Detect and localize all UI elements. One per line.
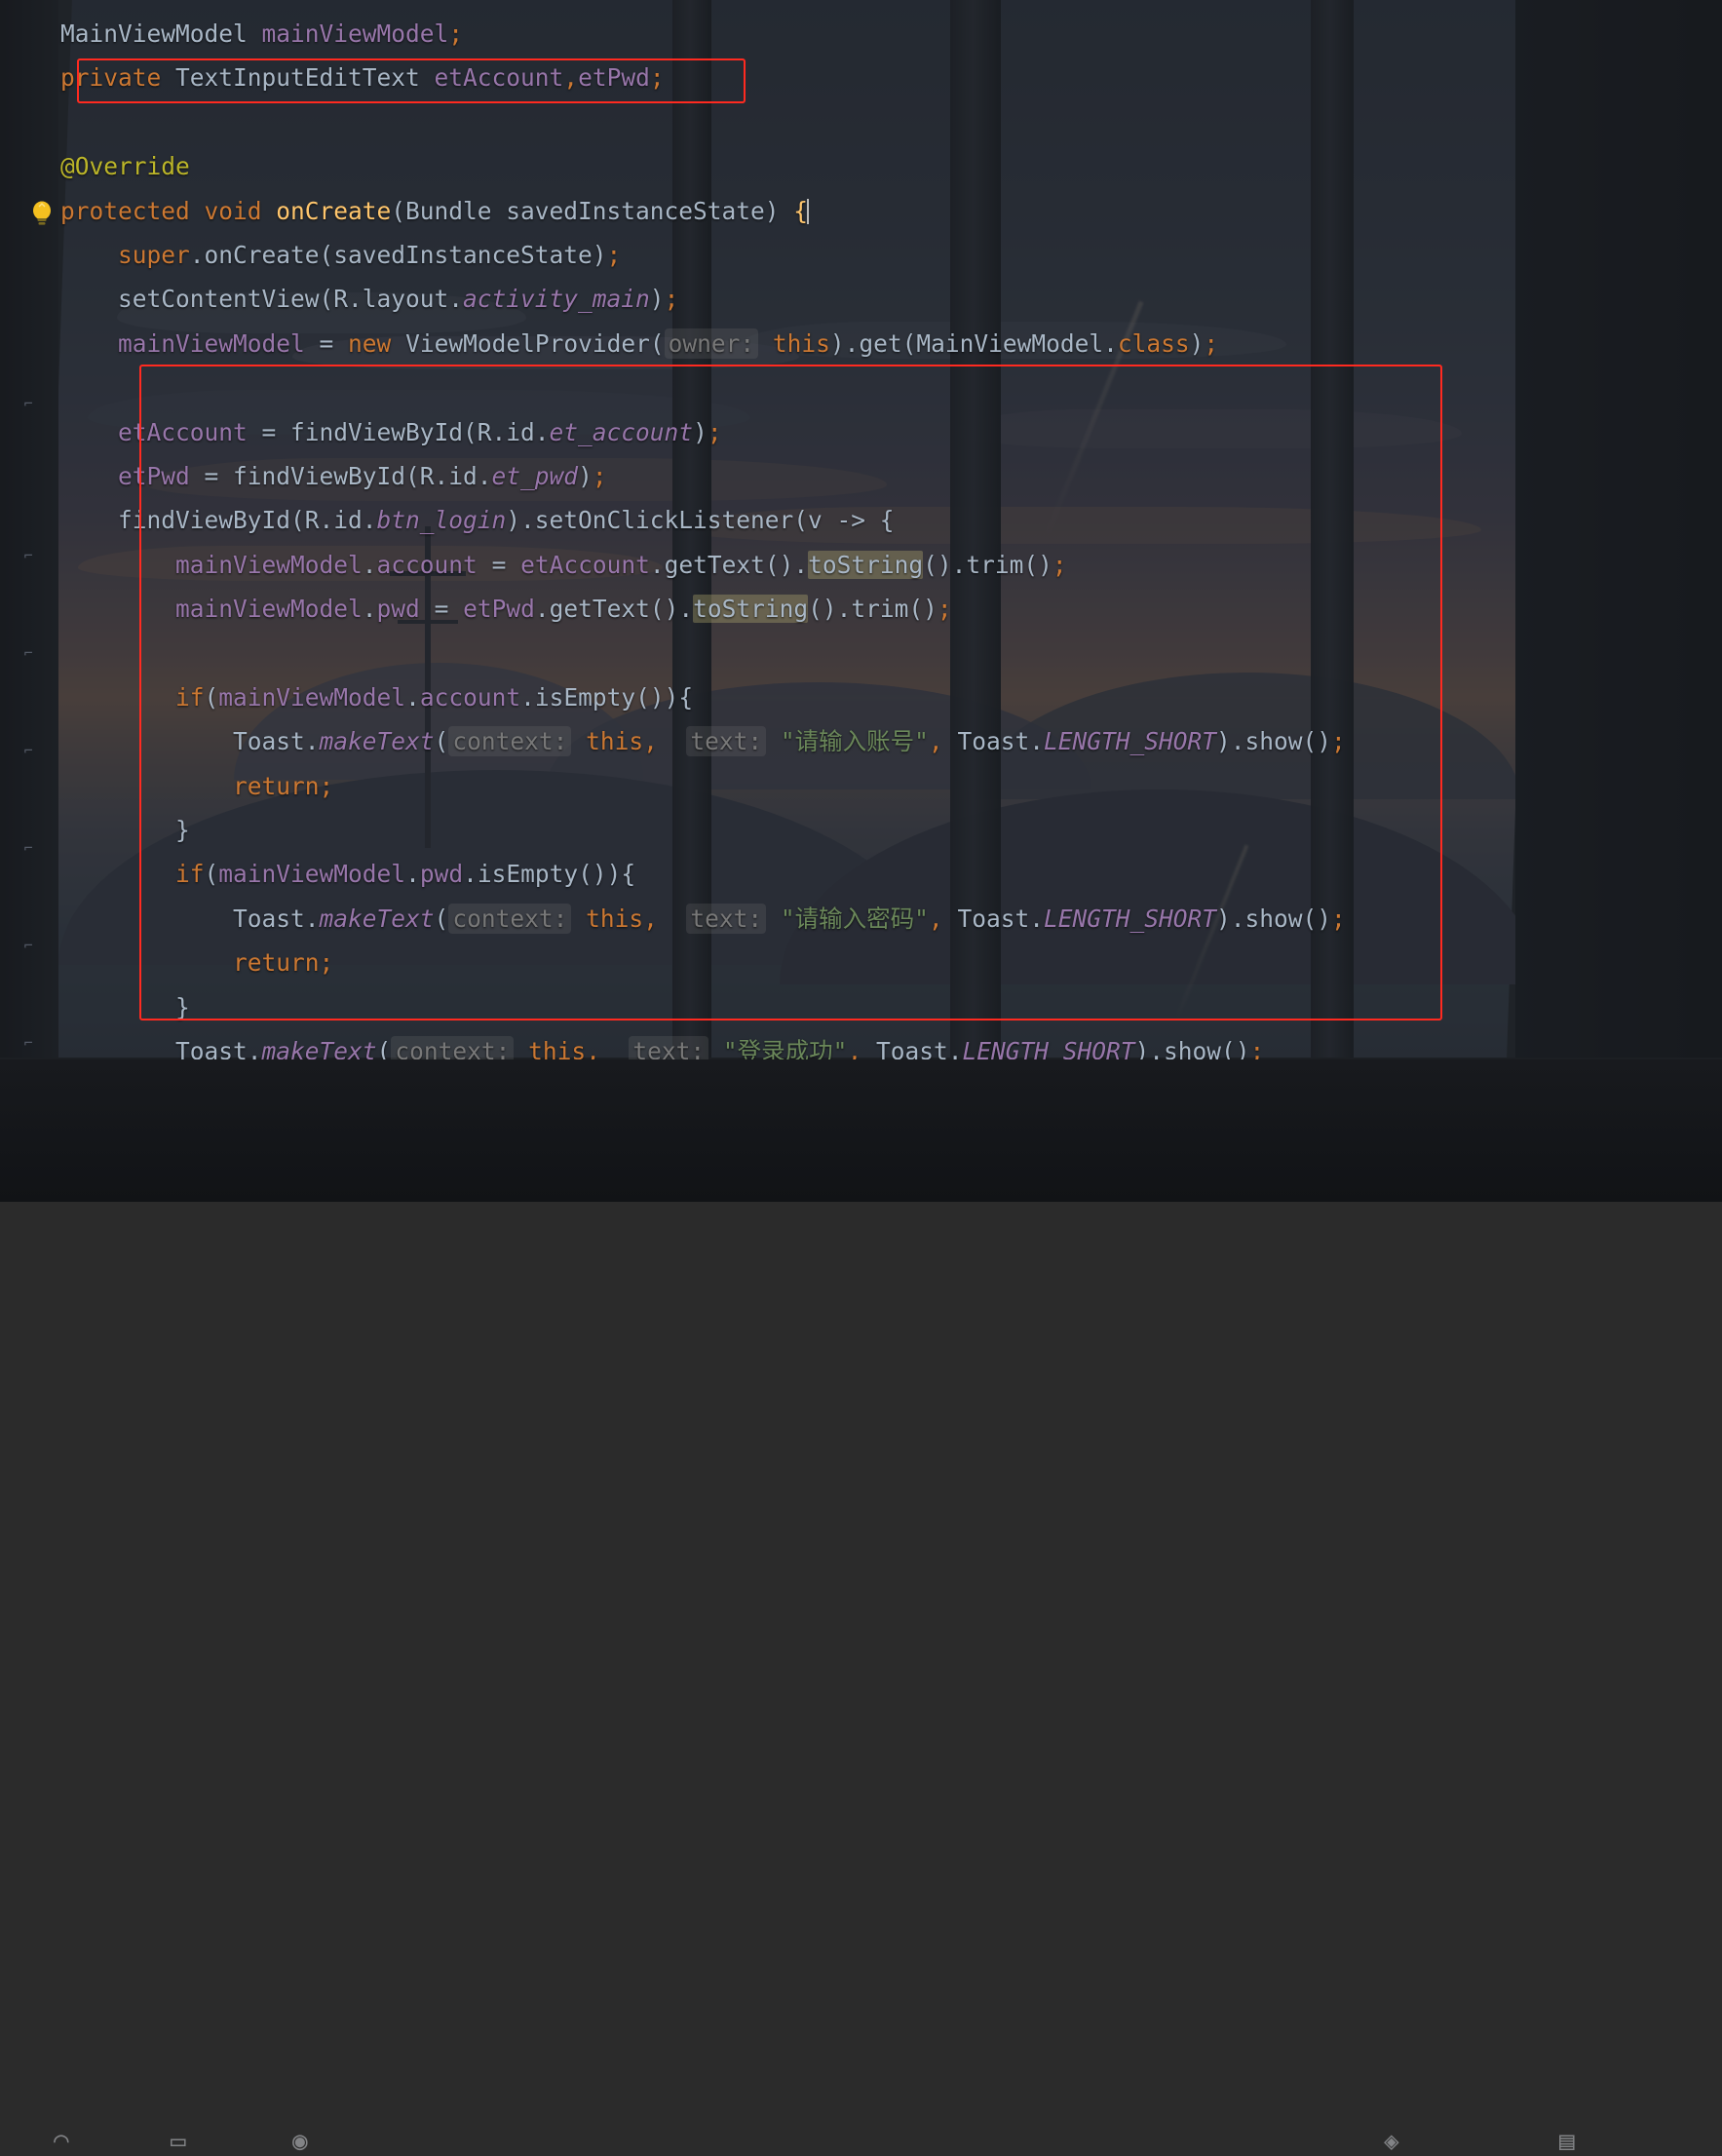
code-line[interactable]: super.onCreate(savedInstanceState); — [60, 233, 1346, 277]
code-line[interactable]: Toast.makeText(context: this, text: "请输入… — [60, 897, 1346, 941]
fold-marker-icon[interactable]: ⌐ — [18, 532, 39, 579]
code-line[interactable]: } — [60, 985, 1346, 1029]
code-line[interactable]: protected void onCreate(Bundle savedInst… — [60, 189, 1346, 233]
code-line[interactable]: return; — [60, 764, 1346, 808]
code-line[interactable]: private TextInputEditText etAccount,etPw… — [60, 56, 1346, 99]
code-line[interactable]: } — [60, 808, 1346, 852]
code-line[interactable]: etPwd = findViewById(R.id.et_pwd); — [60, 454, 1346, 498]
lightbulb-intention-icon[interactable] — [29, 200, 55, 227]
code-line[interactable]: if(mainViewModel.pwd.isEmpty()){ — [60, 852, 1346, 896]
taskbar-strip[interactable]: ◠ ▭ ◉ ◈ ▤ — [0, 1059, 1722, 2156]
fold-marker-icon[interactable]: ⌐ — [18, 380, 39, 427]
code-editor[interactable]: ⌐ ⌐ ⌐ ⌐ ⌐ ⌐ ⌐ MainViewModel mainViewMode… — [0, 0, 1722, 2156]
code-line[interactable]: mainViewModel = new ViewModelProvider(ow… — [60, 322, 1346, 366]
code-line[interactable]: setContentView(R.layout.activity_main); — [60, 277, 1346, 321]
code-line[interactable]: MainViewModel mainViewModel; — [60, 12, 1346, 56]
fold-markers[interactable]: ⌐ ⌐ ⌐ ⌐ ⌐ ⌐ ⌐ — [18, 322, 39, 1066]
code-line[interactable] — [60, 631, 1346, 674]
app-icon[interactable]: ◉ — [292, 2127, 308, 2156]
window-icon[interactable]: ▤ — [1559, 2127, 1575, 2156]
code-line[interactable] — [60, 100, 1346, 144]
code-line[interactable] — [60, 366, 1346, 409]
code-line[interactable]: @Override — [60, 144, 1346, 188]
code-line[interactable]: findViewById(R.id.btn_login).setOnClickL… — [60, 498, 1346, 542]
code-line[interactable]: Toast.makeText(context: this, text: "请输入… — [60, 719, 1346, 763]
code-line[interactable]: etAccount = findViewById(R.id.et_account… — [60, 410, 1346, 454]
code-line[interactable]: if(mainViewModel.account.isEmpty()){ — [60, 675, 1346, 719]
fold-marker-icon[interactable]: ⌐ — [18, 727, 39, 774]
fold-marker-icon[interactable]: ⌐ — [18, 922, 39, 969]
fold-marker-icon[interactable]: ⌐ — [18, 825, 39, 871]
code-line[interactable]: mainViewModel.account = etAccount.getTex… — [60, 543, 1346, 587]
code-line[interactable]: return; — [60, 941, 1346, 984]
app-icon[interactable]: ◈ — [1384, 2127, 1399, 2156]
code-text-area[interactable]: MainViewModel mainViewModel; private Text… — [60, 12, 1346, 1162]
folder-icon[interactable]: ▭ — [171, 2127, 186, 2156]
fold-marker-icon[interactable]: ⌐ — [18, 630, 39, 676]
browser-icon[interactable]: ◠ — [54, 2127, 69, 2156]
editor-gutter[interactable]: ⌐ ⌐ ⌐ ⌐ ⌐ ⌐ ⌐ — [0, 0, 60, 1202]
code-line[interactable]: mainViewModel.pwd = etPwd.getText().toSt… — [60, 587, 1346, 631]
